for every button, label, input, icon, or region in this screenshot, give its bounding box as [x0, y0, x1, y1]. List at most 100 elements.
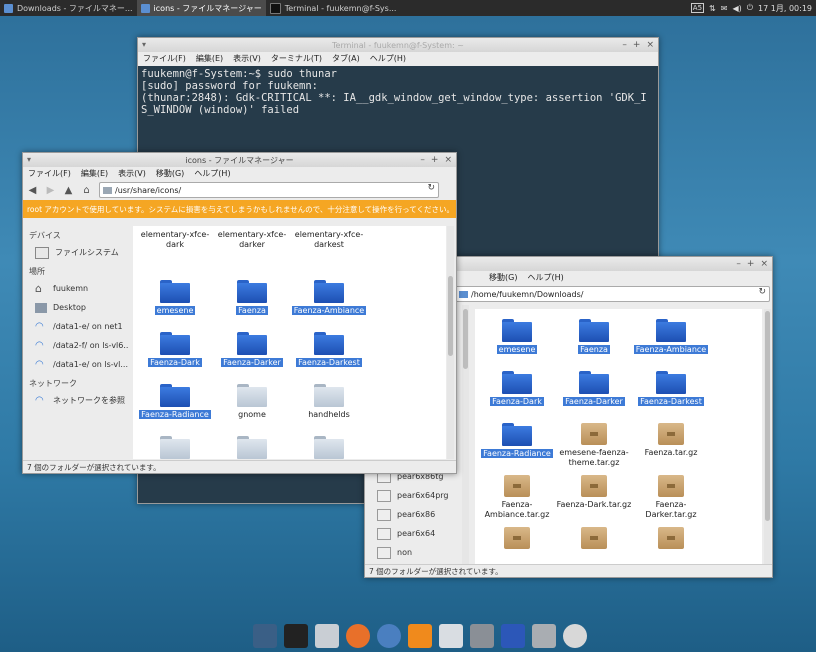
mail-icon[interactable]: ✉ [721, 4, 728, 13]
menu-view[interactable]: 表示(V) [233, 53, 261, 64]
file-item[interactable]: Faenza-Radiance [479, 423, 555, 459]
file-item[interactable]: handhelds [291, 384, 367, 420]
file-item[interactable]: Faenza-Radiance [137, 384, 213, 420]
location-bar[interactable]: /usr/share/icons/ ↻ [99, 182, 439, 198]
task-icons[interactable]: icons - ファイルマネージャー [136, 0, 266, 16]
close-icon[interactable]: × [444, 155, 452, 165]
power-icon[interactable]: ⏻ [747, 3, 753, 13]
sidebar-item-network-share[interactable]: ◠ /data1-e/ on ls-vl... [23, 355, 129, 374]
file-item[interactable]: Faenza-Ambiance.tar.gz [479, 475, 555, 520]
menu-go[interactable]: 移動(G) [489, 272, 517, 283]
file-item[interactable] [633, 527, 709, 552]
file-item[interactable]: Faenza-Darker [556, 371, 632, 407]
show-desktop-icon[interactable] [253, 624, 278, 648]
file-item[interactable]: elementary-xfce-darkest [291, 230, 367, 250]
menu-help[interactable]: ヘルプ(H) [370, 53, 406, 64]
sidebar-item-network-share[interactable]: ◠ /data1-e/ on net1 [23, 317, 129, 336]
maximize-icon[interactable]: + [747, 259, 755, 269]
terminal-line: fuukemn@f-System:~$ sudo thunar [141, 68, 337, 80]
refresh-icon[interactable]: ↻ [427, 183, 435, 193]
refresh-icon[interactable]: ↻ [758, 287, 766, 297]
menu-edit[interactable]: 編集(E) [81, 168, 108, 179]
sidebar-item[interactable]: pear6x86 [365, 505, 461, 524]
input-method-icon[interactable]: A5 [690, 3, 705, 13]
minimize-icon[interactable]: – [420, 155, 425, 165]
network-icon[interactable] [500, 624, 525, 648]
thunderbird-icon[interactable] [377, 624, 402, 648]
file-item[interactable]: emesene [137, 280, 213, 316]
sidebar-item-desktop[interactable]: Desktop [23, 298, 129, 317]
menu-tabs[interactable]: タブ(A) [332, 53, 360, 64]
file-manager-icon[interactable] [315, 624, 340, 648]
file-item[interactable]: Faenza-Darkest [633, 371, 709, 407]
sidebar-item-network-share[interactable]: ◠ /data2-f/ on ls-vl6... [23, 336, 129, 355]
file-item[interactable]: Faenza-Darkest [291, 332, 367, 368]
file-item[interactable]: Faenza-Dark [479, 371, 555, 407]
file-view-scrollbar[interactable] [764, 309, 771, 564]
file-item[interactable]: Faenza [556, 319, 632, 355]
file-view-scrollbar[interactable] [447, 226, 454, 459]
back-icon[interactable]: ◀ [27, 185, 38, 196]
file-item[interactable]: emesene [479, 319, 555, 355]
clock[interactable]: 17 1月, 00:19 [758, 3, 812, 14]
file-item[interactable]: HighContrast [214, 436, 290, 459]
network-icon[interactable]: ⇅ [709, 4, 716, 13]
home-icon[interactable]: ⌂ [81, 185, 92, 196]
minimize-icon[interactable]: – [622, 40, 627, 50]
file-item[interactable]: Faenza-Ambiance [633, 319, 709, 355]
menu-file[interactable]: ファイル(F) [28, 168, 71, 179]
window-menu-icon[interactable]: ▾ [27, 155, 31, 164]
maximize-icon[interactable]: + [431, 155, 439, 165]
vlc-icon[interactable] [407, 624, 432, 648]
menu-file[interactable]: ファイル(F) [143, 53, 186, 64]
file-item[interactable]: Faenza [214, 280, 290, 316]
file-item[interactable]: hicolor [137, 436, 213, 459]
file-item[interactable]: elementary-xfce-darker [214, 230, 290, 250]
terminal-titlebar[interactable]: ▾ Terminal - fuukemn@f-System: ~ – + × [138, 38, 658, 52]
window-menu-icon[interactable]: ▾ [142, 40, 146, 49]
close-icon[interactable]: × [646, 40, 654, 50]
terminal-menubar: ファイル(F) 編集(E) 表示(V) ターミナル(T) タブ(A) ヘルプ(H… [138, 52, 658, 65]
sidebar-item-home[interactable]: ⌂ fuukemn [23, 279, 129, 298]
forward-icon[interactable]: ▶ [45, 185, 56, 196]
menu-edit[interactable]: 編集(E) [196, 53, 223, 64]
menu-help[interactable]: ヘルプ(H) [194, 168, 230, 179]
task-terminal[interactable]: Terminal - fuukemn@f-Sys... [266, 0, 401, 16]
file-item[interactable]: emesene-faenza-theme.tar.gz [556, 423, 632, 468]
trash-icon[interactable] [531, 624, 556, 648]
sidebar-item-browse-network[interactable]: ◠ ネットワークを参照 [23, 391, 129, 410]
sidebar-item-filesystem[interactable]: ファイルシステム [23, 243, 129, 262]
file-item[interactable]: Faenza-Dark [137, 332, 213, 368]
screenshot-icon[interactable] [469, 624, 494, 648]
file-item[interactable]: Faenza-Ambiance [291, 280, 367, 316]
menu-go[interactable]: 移動(G) [156, 168, 184, 179]
location-bar[interactable]: /home/fuukemn/Downloads/ ↻ [455, 286, 770, 302]
file-item[interactable]: Faenza-Darker [214, 332, 290, 368]
menu-view[interactable]: 表示(V) [118, 168, 146, 179]
up-icon[interactable]: ▲ [63, 185, 74, 196]
file-item[interactable]: Humanity [291, 436, 367, 459]
sidebar-item[interactable]: non [365, 543, 461, 562]
file-item[interactable]: gnome [214, 384, 290, 420]
minimize-icon[interactable]: – [736, 259, 741, 269]
file-item[interactable] [556, 527, 632, 552]
sidebar-scrollbar[interactable] [462, 305, 469, 565]
file-item[interactable]: Faenza.tar.gz [633, 423, 709, 458]
logout-icon[interactable] [562, 624, 587, 648]
close-icon[interactable]: × [760, 259, 768, 269]
file-item[interactable]: elementary-xfce-dark [137, 230, 213, 250]
task-downloads[interactable]: Downloads - ファイルマネー... [0, 0, 137, 16]
file-item[interactable]: Faenza-Darker.tar.gz [633, 475, 709, 520]
menu-help[interactable]: ヘルプ(H) [527, 272, 563, 283]
maximize-icon[interactable]: + [633, 40, 641, 50]
volume-icon[interactable]: ◀) [732, 4, 741, 13]
file-item[interactable]: Faenza-Dark.tar.gz [556, 475, 632, 510]
firefox-icon[interactable] [346, 624, 371, 648]
image-viewer-icon[interactable] [438, 624, 463, 648]
terminal-icon[interactable] [284, 624, 309, 648]
sidebar-item[interactable]: pear6x64prg [365, 486, 461, 505]
sidebar-item[interactable]: pear6x64 [365, 524, 461, 543]
menu-terminal[interactable]: ターミナル(T) [271, 53, 322, 64]
file-item[interactable] [479, 527, 555, 552]
icons-titlebar[interactable]: ▾ icons - ファイルマネージャー – + × [23, 153, 456, 167]
